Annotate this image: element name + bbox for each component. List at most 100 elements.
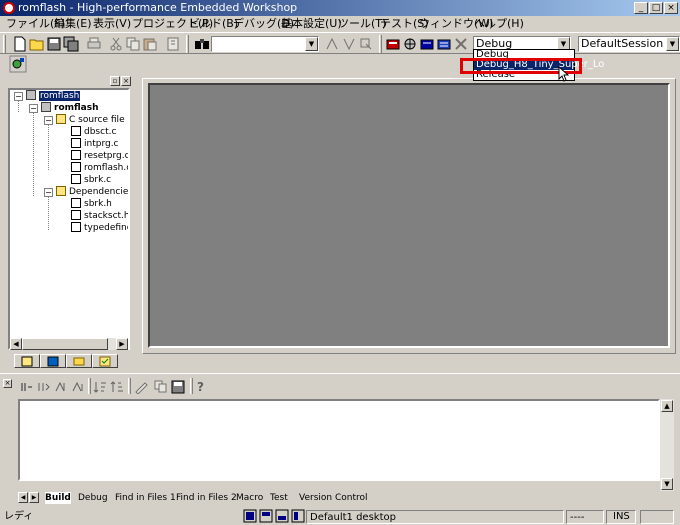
toolbar-grip[interactable] — [128, 378, 131, 394]
tree-item-workspace[interactable]: romflash — [26, 90, 81, 102]
tree-item-project[interactable]: romflash — [41, 102, 99, 114]
minimize-button[interactable]: _ — [634, 2, 648, 14]
chevron-down-icon[interactable]: ▼ — [666, 37, 679, 51]
tree-item-file[interactable]: typedefine.h — [71, 222, 128, 234]
menu-edit[interactable]: 編集(E) — [54, 17, 92, 31]
build-all-icon[interactable] — [419, 36, 435, 52]
output-text-area[interactable] — [18, 399, 660, 481]
find-binoculars-icon[interactable] — [194, 36, 210, 52]
toggle-bookmark-icon[interactable] — [165, 36, 181, 52]
paste-icon[interactable] — [142, 36, 158, 52]
layout-desktop-icon-2[interactable] — [259, 509, 273, 523]
menu-help[interactable]: ヘルプ(H) — [474, 17, 524, 31]
tree-item-file[interactable]: dbsct.c — [71, 126, 116, 138]
workspace-restore-button[interactable]: ▫ — [110, 76, 120, 86]
stop-build-icon[interactable] — [453, 36, 469, 52]
workspace-tab-test[interactable] — [92, 354, 118, 368]
tree-collapse-toggle[interactable]: − — [44, 116, 53, 125]
c-file-icon — [71, 162, 81, 172]
workspace-hscrollbar[interactable]: ◀ ▶ — [10, 338, 128, 350]
tree-collapse-toggle[interactable]: − — [44, 188, 53, 197]
output-copy-icon[interactable] — [154, 380, 168, 394]
output-prev-error-icon[interactable] — [37, 380, 51, 394]
cut-icon[interactable] — [108, 36, 124, 52]
tab-test[interactable]: Test — [270, 492, 288, 504]
workspace-tab-projects[interactable] — [14, 354, 40, 368]
open-folder-icon[interactable] — [29, 36, 45, 52]
tree-item-file[interactable]: sbrk.h — [71, 198, 112, 210]
menu-build[interactable]: ビルド(B) — [189, 17, 238, 31]
debug-settings-icon[interactable] — [9, 55, 27, 73]
tree-item-file[interactable]: resetprg.c — [71, 150, 128, 162]
print-icon[interactable] — [86, 36, 102, 52]
chevron-down-icon[interactable]: ▼ — [305, 37, 318, 51]
tree-item-folder-dependencies[interactable]: Dependencies — [56, 186, 128, 198]
toolbar-grip[interactable] — [379, 35, 382, 53]
maximize-button[interactable]: □ — [649, 2, 663, 14]
output-close-button[interactable]: × — [3, 379, 12, 388]
build-file-icon[interactable] — [385, 36, 401, 52]
tree-item-file[interactable]: romflash.c — [71, 162, 128, 174]
output-toggle-icon[interactable] — [20, 380, 34, 394]
scroll-left-button[interactable]: ◀ — [10, 338, 22, 350]
tree-item-folder-c-source[interactable]: C source file — [56, 114, 125, 126]
mdi-client-area[interactable] — [148, 83, 670, 348]
layout-desktop-icon-1[interactable] — [243, 509, 257, 523]
output-sort-icon[interactable] — [93, 380, 107, 394]
save-all-icon[interactable] — [63, 36, 79, 52]
find-prev-icon[interactable] — [341, 36, 357, 52]
toolbar-grip[interactable] — [3, 35, 6, 53]
tab-version-control[interactable]: Version Control — [299, 492, 368, 504]
scroll-down-button[interactable]: ▼ — [661, 478, 673, 490]
tree-collapse-toggle[interactable]: − — [14, 92, 23, 101]
toolbar-grip[interactable] — [190, 378, 193, 394]
tab-macro[interactable]: Macro — [236, 492, 263, 504]
layout-desktop-icon-3[interactable] — [275, 509, 289, 523]
tree-item-file[interactable]: sbrk.c — [71, 174, 111, 186]
scroll-up-button[interactable]: ▲ — [661, 400, 673, 412]
tab-next-button[interactable]: ▶ — [29, 492, 39, 503]
help-question-icon[interactable]: ? — [195, 380, 207, 394]
replace-icon[interactable] — [358, 36, 374, 52]
find-combo[interactable]: ▼ — [211, 36, 319, 52]
layout-desktop-icon-4[interactable] — [291, 509, 305, 523]
output-save-icon[interactable] — [171, 380, 185, 394]
toolbar-grip[interactable] — [186, 35, 189, 53]
copy-icon[interactable] — [125, 36, 141, 52]
close-button[interactable]: × — [664, 2, 678, 14]
new-file-icon[interactable] — [12, 36, 28, 52]
save-icon[interactable] — [46, 36, 62, 52]
session-combo[interactable]: DefaultSession ▼ — [578, 36, 680, 52]
projects-tab-icon — [21, 356, 33, 367]
output-sort-desc-icon[interactable] — [110, 380, 124, 394]
menu-setup[interactable]: 基本設定(U) — [281, 17, 342, 31]
tab-build[interactable]: Build — [45, 492, 71, 504]
tree-item-file[interactable]: stacksct.h — [71, 210, 128, 222]
output-next-error-icon[interactable] — [54, 380, 68, 394]
tab-first-button[interactable]: ◀ — [18, 492, 28, 503]
workspace-tree[interactable]: − romflash − romflash − C source file db… — [8, 88, 130, 350]
tab-find-in-files-1[interactable]: Find in Files 1 — [115, 492, 176, 504]
menu-view[interactable]: 表示(V) — [93, 17, 131, 31]
build-icon[interactable] — [402, 36, 418, 52]
build-multiple-icon[interactable] — [436, 36, 452, 52]
templates-tab-icon — [47, 356, 59, 367]
workspace-tab-templates[interactable] — [40, 354, 66, 368]
output-clear-icon[interactable] — [134, 380, 148, 394]
app-icon[interactable] — [3, 2, 15, 14]
scroll-right-button[interactable]: ▶ — [116, 338, 128, 350]
tab-find-in-files-2[interactable]: Find in Files 2 — [176, 492, 237, 504]
toolbar-grip[interactable] — [88, 378, 91, 394]
workspace-tab-navigation[interactable] — [66, 354, 92, 368]
status-ins: INS — [613, 511, 630, 522]
workspace-close-button[interactable]: × — [121, 76, 131, 86]
tree-collapse-toggle[interactable]: − — [29, 104, 38, 113]
tab-debug[interactable]: Debug — [78, 492, 108, 504]
title-bar[interactable]: romflash - High-performance Embedded Wor… — [0, 0, 680, 16]
main-toolbar: ▼ Debug ▼ DefaultSession ▼ — [0, 32, 680, 54]
output-vscrollbar[interactable]: ▲ ▼ — [660, 399, 674, 491]
tree-item-file[interactable]: intprg.c — [71, 138, 119, 150]
find-next-icon[interactable] — [324, 36, 340, 52]
scroll-thumb[interactable] — [22, 338, 108, 350]
output-goto-icon[interactable] — [71, 380, 85, 394]
